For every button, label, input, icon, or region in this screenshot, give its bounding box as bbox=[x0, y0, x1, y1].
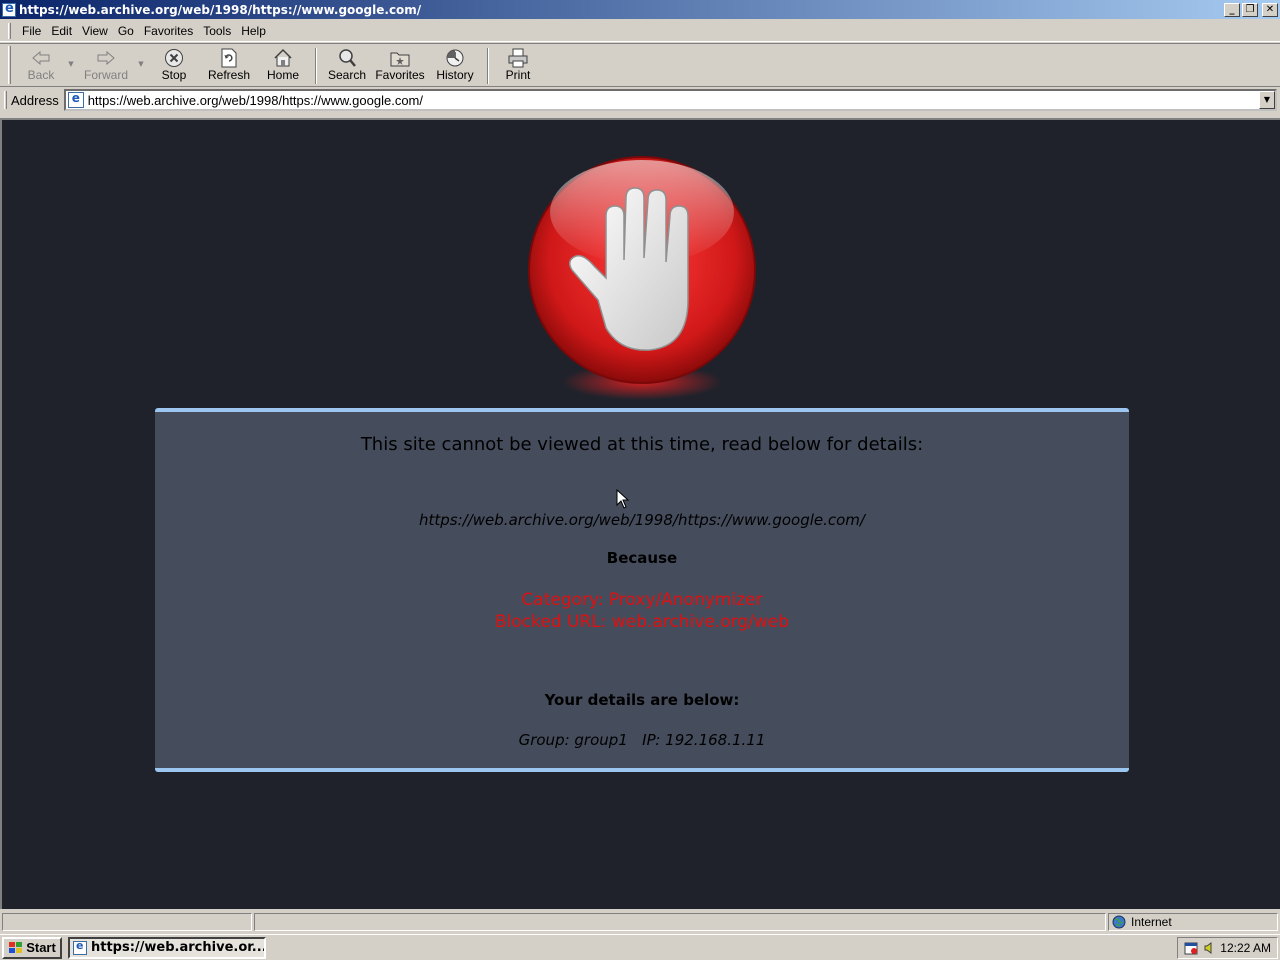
status-progress-cell bbox=[254, 913, 1106, 931]
status-bar: Internet bbox=[0, 911, 1280, 933]
forward-button[interactable]: Forward bbox=[77, 44, 135, 86]
stop-hand-icon bbox=[528, 156, 756, 400]
globe-icon bbox=[1112, 915, 1126, 929]
menu-help[interactable]: Help bbox=[236, 24, 271, 38]
back-button[interactable]: Back bbox=[17, 44, 65, 86]
taskbar: Start https://web.archive.or... 12:22 AM bbox=[0, 934, 1280, 960]
system-tray: 12:22 AM bbox=[1177, 936, 1278, 959]
because-label: Because bbox=[606, 549, 678, 567]
back-label: Back bbox=[27, 68, 55, 82]
address-input[interactable] bbox=[87, 92, 1259, 108]
window-title-bar: https://web.archive.org/web/1998/https:/… bbox=[0, 0, 1280, 19]
stop-icon bbox=[163, 48, 185, 68]
restore-button[interactable]: ❐ bbox=[1242, 2, 1258, 17]
forward-arrow-icon bbox=[95, 48, 117, 68]
print-label: Print bbox=[505, 68, 531, 82]
taskbar-window-label: https://web.archive.or... bbox=[91, 940, 266, 955]
home-icon bbox=[272, 48, 294, 68]
menu-grip bbox=[8, 22, 11, 39]
menu-favorites[interactable]: Favorites bbox=[139, 24, 198, 38]
printer-icon bbox=[507, 48, 529, 68]
block-details-panel: This site cannot be viewed at this time,… bbox=[155, 408, 1129, 772]
security-zone: Internet bbox=[1108, 913, 1278, 931]
history-icon bbox=[444, 48, 466, 68]
minimize-button[interactable]: _ bbox=[1224, 2, 1240, 17]
user-details: Group: group1 IP: 192.168.1.11 bbox=[518, 731, 766, 749]
zone-label: Internet bbox=[1131, 915, 1172, 929]
volume-icon[interactable] bbox=[1204, 941, 1214, 955]
back-dropdown-icon[interactable]: ▼ bbox=[65, 60, 77, 68]
menu-bar: File Edit View Go Favorites Tools Help bbox=[0, 20, 1280, 42]
start-label: Start bbox=[26, 940, 56, 955]
windows-logo-icon bbox=[9, 941, 23, 953]
ie-page-icon bbox=[67, 91, 84, 108]
favorites-label: Favorites bbox=[375, 68, 425, 82]
menu-edit[interactable]: Edit bbox=[46, 24, 77, 38]
address-bar: Address ▼ bbox=[0, 88, 1280, 112]
details-heading: Your details are below: bbox=[544, 691, 740, 709]
search-button[interactable]: Search bbox=[323, 44, 371, 86]
mouse-cursor-icon bbox=[616, 489, 630, 509]
menu-tools[interactable]: Tools bbox=[198, 24, 236, 38]
menu-go[interactable]: Go bbox=[113, 24, 139, 38]
close-button[interactable]: ✕ bbox=[1262, 2, 1278, 17]
search-icon bbox=[336, 48, 358, 68]
stop-button[interactable]: Stop bbox=[147, 44, 201, 86]
print-button[interactable]: Print bbox=[495, 44, 541, 86]
block-heading: This site cannot be viewed at this time,… bbox=[360, 434, 924, 455]
ie-page-icon bbox=[73, 939, 87, 955]
start-button[interactable]: Start bbox=[2, 936, 62, 959]
ie-page-icon bbox=[2, 1, 16, 17]
stop-label: Stop bbox=[161, 68, 187, 82]
history-label: History bbox=[436, 68, 474, 82]
clock[interactable]: 12:22 AM bbox=[1220, 941, 1271, 955]
menu-view[interactable]: View bbox=[77, 24, 113, 38]
block-reason: Category: Proxy/Anonymizer Blocked URL: … bbox=[155, 589, 1129, 633]
history-button[interactable]: History bbox=[429, 44, 481, 86]
scheduler-icon[interactable] bbox=[1184, 941, 1198, 955]
home-button[interactable]: Home bbox=[257, 44, 309, 86]
menu-file[interactable]: File bbox=[17, 24, 46, 38]
address-field[interactable]: ▼ bbox=[63, 89, 1277, 111]
block-category: Category: Proxy/Anonymizer bbox=[521, 590, 763, 610]
page-content: This site cannot be viewed at this time,… bbox=[0, 118, 1280, 909]
back-arrow-icon bbox=[30, 48, 52, 68]
forward-dropdown-icon[interactable]: ▼ bbox=[135, 60, 147, 68]
home-label: Home bbox=[266, 68, 299, 82]
address-grip bbox=[4, 91, 7, 109]
standard-toolbar: Back ▼ Forward ▼ Stop Refresh Home Searc… bbox=[0, 43, 1280, 87]
refresh-label: Refresh bbox=[207, 68, 251, 82]
favorites-folder-icon bbox=[389, 48, 411, 68]
address-dropdown-icon[interactable]: ▼ bbox=[1259, 91, 1275, 109]
refresh-icon bbox=[218, 48, 240, 68]
address-label: Address bbox=[11, 92, 59, 108]
forward-label: Forward bbox=[83, 68, 128, 82]
toolbar-grip bbox=[8, 46, 11, 84]
requested-url: https://web.archive.org/web/1998/https:/… bbox=[419, 511, 865, 529]
window-title: https://web.archive.org/web/1998/https:/… bbox=[19, 2, 422, 17]
taskbar-ie-window[interactable]: https://web.archive.or... bbox=[68, 936, 266, 959]
status-text-cell bbox=[2, 913, 252, 931]
favorites-button[interactable]: Favorites bbox=[371, 44, 429, 86]
blocked-url-text: Blocked URL: web.archive.org/web bbox=[494, 612, 789, 632]
toolbar-separator bbox=[487, 48, 489, 84]
refresh-button[interactable]: Refresh bbox=[201, 44, 257, 86]
toolbar-separator bbox=[315, 48, 317, 84]
search-label: Search bbox=[327, 68, 367, 82]
